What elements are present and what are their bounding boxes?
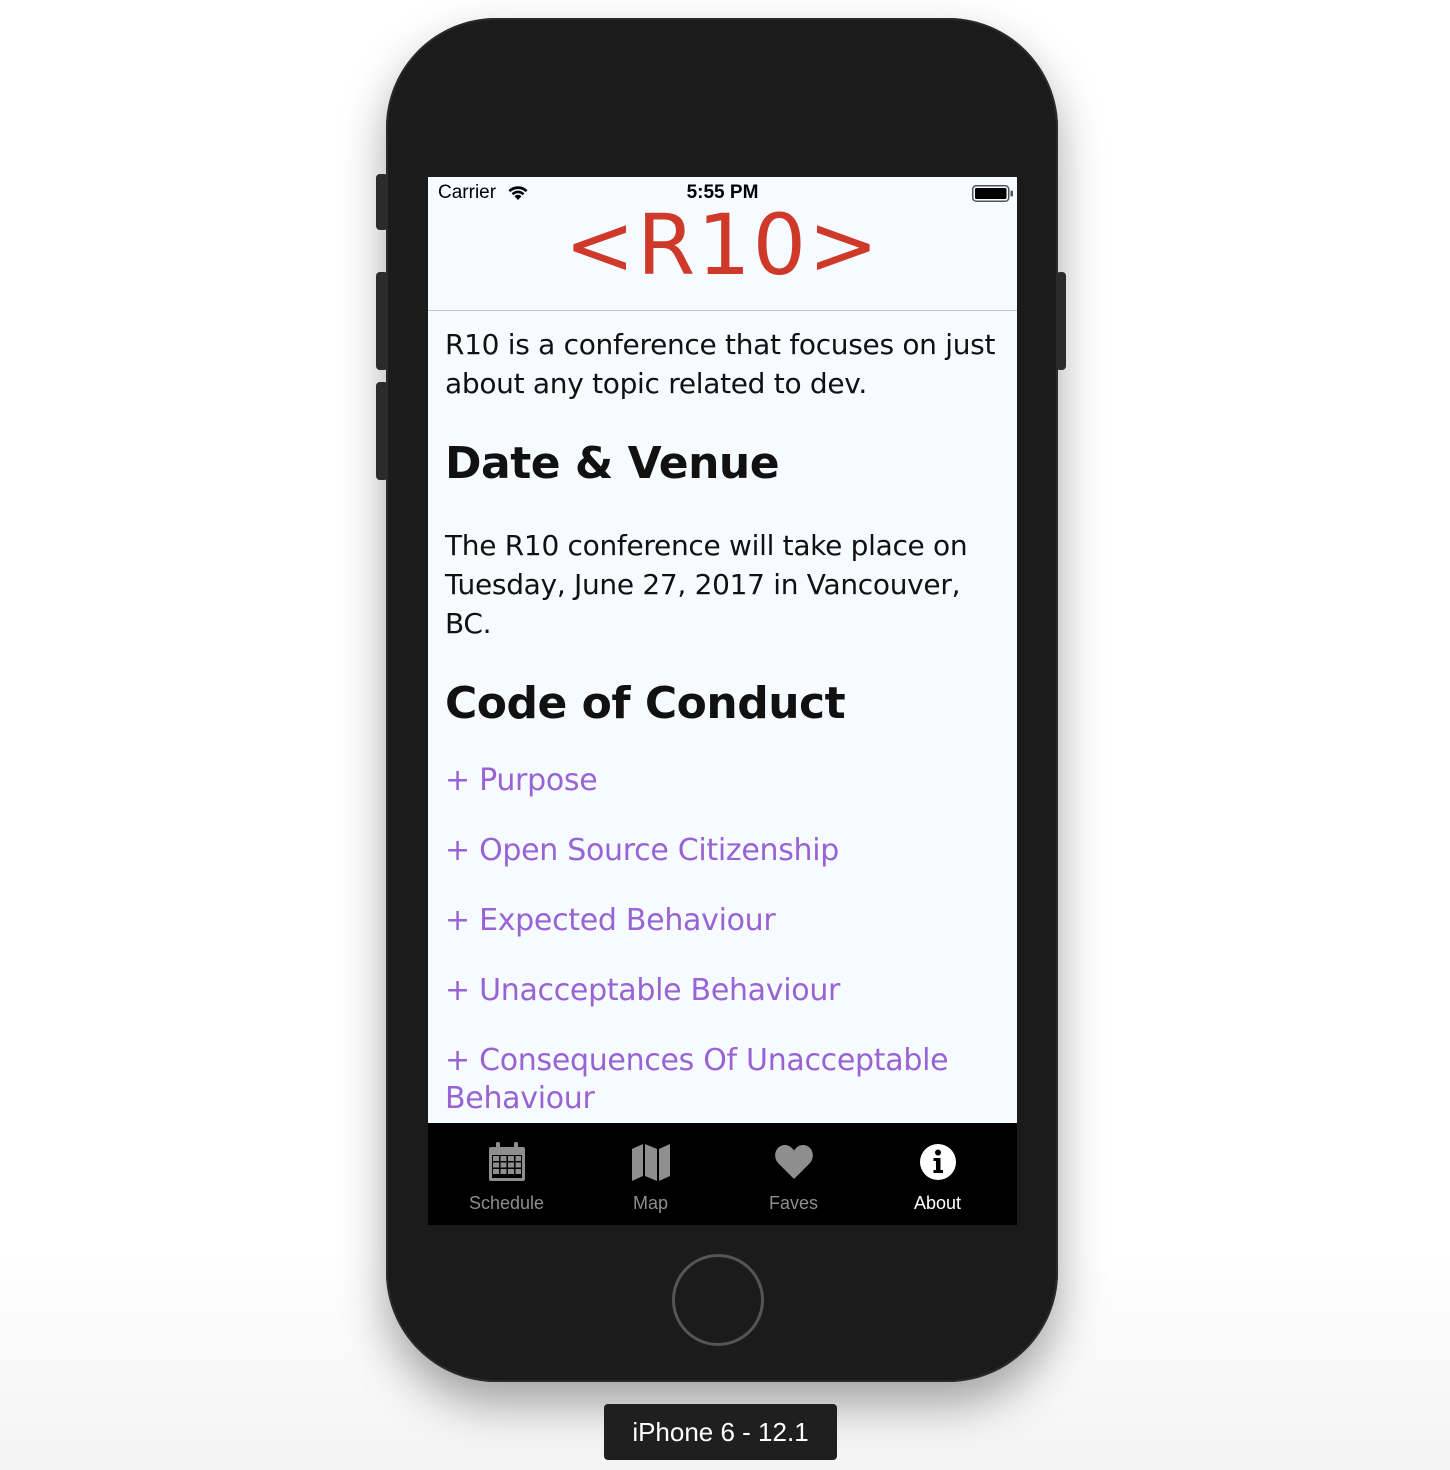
code-of-conduct-list: + Purpose + Open Source Citizenship + Ex…	[445, 762, 1005, 1118]
info-icon	[917, 1141, 959, 1183]
map-icon	[630, 1141, 672, 1183]
coc-item-open-source-citizenship[interactable]: + Open Source Citizenship	[445, 832, 1005, 870]
status-bar: Carrier 5:55 PM	[428, 177, 1017, 209]
heart-icon	[773, 1141, 815, 1183]
battery-icon	[972, 185, 1013, 202]
simulator-stage: <R10> Carrier 5:55 PM R10 is a conferenc…	[0, 0, 1450, 1470]
tab-faves-label: Faves	[768, 1193, 819, 1213]
app-screen: <R10> Carrier 5:55 PM R10 is a conferenc…	[428, 177, 1017, 1225]
tab-schedule-label: Schedule	[468, 1193, 545, 1213]
coc-item-expected-behaviour[interactable]: + Expected Behaviour	[445, 902, 1005, 940]
volume-up-button	[376, 272, 388, 370]
tab-schedule[interactable]: Schedule	[433, 1123, 580, 1225]
about-content: R10 is a conference that focuses on just…	[445, 311, 1005, 1150]
clock-label: 5:55 PM	[686, 182, 759, 203]
coc-item-unacceptable-behaviour[interactable]: + Unacceptable Behaviour	[445, 972, 1005, 1010]
tab-map-label: Map	[632, 1193, 668, 1213]
power-button	[1056, 272, 1066, 370]
tab-map[interactable]: Map	[577, 1123, 724, 1225]
mute-switch	[376, 174, 388, 230]
tab-about[interactable]: About	[864, 1123, 1011, 1225]
intro-text: R10 is a conference that focuses on just…	[445, 328, 996, 400]
r10-logo: <R10>	[564, 196, 881, 294]
volume-down-button	[376, 382, 388, 480]
code-of-conduct-heading: Code of Conduct	[445, 678, 846, 729]
date-venue-text: The R10 conference will take place on Tu…	[445, 529, 968, 640]
tab-about-label: About	[913, 1193, 962, 1213]
device-label: iPhone 6 - 12.1	[604, 1404, 837, 1460]
tab-bar: Schedule Map Faves About	[428, 1123, 1017, 1225]
coc-item-purpose[interactable]: + Purpose	[445, 762, 1005, 800]
calendar-icon	[486, 1141, 528, 1183]
home-button[interactable]	[672, 1254, 764, 1346]
tab-faves[interactable]: Faves	[720, 1123, 867, 1225]
date-venue-heading: Date & Venue	[445, 438, 780, 489]
coc-item-consequences[interactable]: + Consequences Of Unacceptable Behaviour	[445, 1042, 1005, 1118]
